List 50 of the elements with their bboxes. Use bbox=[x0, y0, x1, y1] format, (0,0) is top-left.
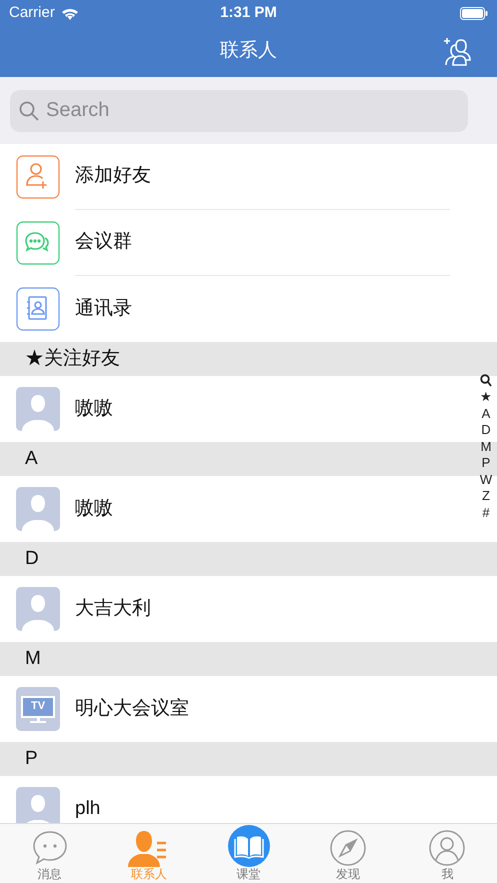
tv-label: TV bbox=[30, 701, 46, 712]
search-icon[interactable] bbox=[480, 374, 492, 387]
index-letter[interactable]: # bbox=[482, 504, 490, 521]
section-header: D bbox=[0, 542, 497, 576]
tab[interactable]: 发现 bbox=[298, 824, 398, 883]
menu-item[interactable]: 会议群 bbox=[0, 210, 450, 276]
contact-name: plh bbox=[75, 796, 100, 821]
contact-row[interactable]: 嗷嗷 bbox=[0, 476, 473, 542]
avatar-icon bbox=[16, 487, 60, 531]
menu-item[interactable]: 添加好友 bbox=[0, 144, 450, 210]
contact-row[interactable]: 大吉大利 bbox=[0, 576, 473, 642]
search-field[interactable]: Search bbox=[10, 90, 468, 132]
index-letter[interactable]: W bbox=[480, 472, 492, 488]
battery-icon bbox=[460, 6, 488, 20]
wifi-icon bbox=[60, 6, 79, 20]
index-letter[interactable]: P bbox=[482, 455, 490, 472]
carrier-label: Carrier bbox=[9, 2, 55, 23]
compass-icon bbox=[328, 829, 367, 867]
contact-name: 嗷嗷 bbox=[75, 396, 113, 421]
index-letter[interactable]: M bbox=[480, 438, 492, 455]
index-letter[interactable]: Z bbox=[482, 488, 490, 504]
section-header: P bbox=[0, 742, 497, 776]
contact-name: 嗷嗷 bbox=[75, 496, 113, 521]
avatar-icon bbox=[16, 587, 60, 631]
tab[interactable]: 课堂 bbox=[198, 824, 298, 883]
add-contact-button[interactable] bbox=[441, 35, 473, 67]
contact-name: 大吉大利 bbox=[75, 596, 151, 621]
index-letter[interactable]: D bbox=[481, 422, 491, 438]
contact-row[interactable]: TV 明心大会议室 bbox=[0, 676, 473, 742]
chat-bubbles-icon bbox=[16, 221, 60, 265]
contact-row[interactable]: 嗷嗷 bbox=[0, 376, 473, 442]
index-letter[interactable]: A bbox=[482, 406, 490, 422]
add-person-icon bbox=[16, 155, 60, 199]
menu-item[interactable]: 通讯录 bbox=[0, 276, 450, 342]
menu-item-label: 添加好友 bbox=[75, 164, 151, 188]
tab[interactable]: 我 bbox=[398, 824, 497, 883]
section-header: ★关注好友 bbox=[0, 342, 497, 376]
section-header: M bbox=[0, 642, 497, 676]
search-icon bbox=[19, 100, 39, 120]
clock-label: 1:31 PM bbox=[220, 2, 277, 23]
page-title: 联系人 bbox=[220, 39, 277, 64]
chat-bubble-icon bbox=[30, 829, 69, 867]
contact-name: 明心大会议室 bbox=[75, 696, 189, 721]
tab[interactable]: 消息 bbox=[0, 824, 100, 883]
index-letter[interactable]: ★ bbox=[480, 389, 492, 406]
avatar-icon bbox=[16, 387, 60, 431]
menu-item-label: 会议群 bbox=[75, 230, 132, 254]
person-icon bbox=[428, 829, 466, 867]
address-book-icon bbox=[16, 287, 60, 331]
menu-item-label: 通讯录 bbox=[75, 296, 132, 321]
